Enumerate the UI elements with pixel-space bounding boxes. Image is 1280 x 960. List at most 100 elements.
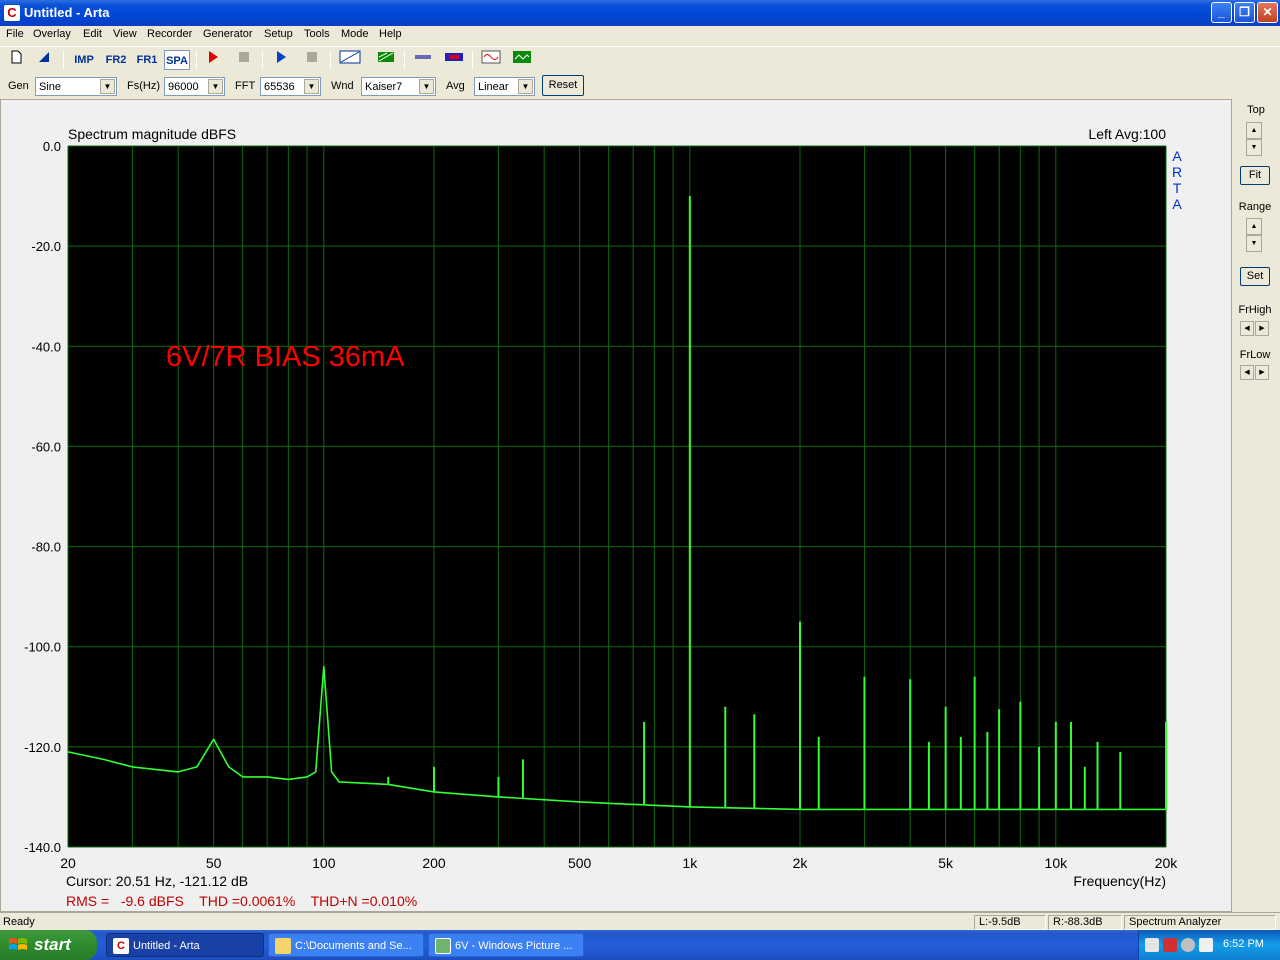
y-tick-label: -100.0: [24, 640, 61, 655]
security-shield-icon[interactable]: [1163, 938, 1177, 952]
chevron-down-icon[interactable]: ▼: [100, 79, 115, 94]
x-tick-label: 5k: [938, 855, 954, 871]
antivirus-icon[interactable]: [1199, 938, 1213, 952]
arta-icon[interactable]: C: [4, 5, 20, 21]
chevron-down-icon[interactable]: ▼: [518, 79, 533, 94]
frlow-right-icon[interactable]: ▶: [1255, 365, 1269, 380]
x-tick-label: 20: [60, 855, 76, 871]
oscilloscope-icon[interactable]: [511, 50, 533, 70]
range-down-icon[interactable]: ▼: [1246, 235, 1262, 252]
menu-recorder[interactable]: Recorder: [147, 28, 192, 40]
system-tray: 6:52 PM: [1138, 930, 1280, 960]
spa-button[interactable]: SPA: [164, 50, 190, 70]
clock[interactable]: 6:52 PM: [1223, 938, 1264, 950]
chart-title: Spectrum magnitude dBFS: [68, 126, 236, 142]
picture-viewer-icon: [435, 938, 451, 954]
fs-value: 96000: [168, 81, 199, 93]
menu-overlay[interactable]: Overlay: [33, 28, 71, 40]
signal-generator-icon[interactable]: [480, 50, 502, 70]
chevron-down-icon[interactable]: ▼: [208, 79, 223, 94]
x-tick-label: 50: [206, 855, 222, 871]
top-up-icon[interactable]: ▲: [1246, 122, 1262, 139]
set-button[interactable]: Set: [1240, 267, 1270, 286]
fr2-button[interactable]: FR2: [103, 50, 129, 70]
x-tick-label: 2k: [793, 855, 809, 871]
maximize-button[interactable]: ❐: [1234, 2, 1255, 23]
settings-bar: Gen Sine ▼ Fs(Hz) 96000 ▼ FFT 65536 ▼ Wn…: [0, 73, 1280, 98]
distortion-stats: RMS = -9.6 dBFS THD =0.0061% THD+N =0.01…: [66, 893, 417, 909]
arta-brand-letter: R: [1172, 164, 1182, 180]
menu-bar: File Overlay Edit View Recorder Generato…: [0, 26, 1280, 44]
cursor-readout: Cursor: 20.51 Hz, -121.12 dB: [66, 873, 248, 889]
gen-value: Sine: [39, 81, 62, 93]
level-meter-icon[interactable]: [412, 50, 434, 70]
record-stop-icon[interactable]: [233, 50, 255, 70]
x-tick-label: 1k: [682, 855, 698, 871]
gen-select[interactable]: Sine ▼: [35, 77, 117, 96]
top-down-icon[interactable]: ▼: [1246, 139, 1262, 156]
generator-play-icon[interactable]: [270, 50, 292, 70]
menu-tools[interactable]: Tools: [304, 28, 330, 40]
menu-generator[interactable]: Generator: [203, 28, 253, 40]
start-button[interactable]: start: [0, 930, 97, 960]
frhigh-right-icon[interactable]: ▶: [1255, 321, 1269, 336]
menu-help[interactable]: Help: [379, 28, 402, 40]
open-file-icon[interactable]: [33, 50, 55, 70]
y-tick-labels: 0.0 -20.0 -40.0 -60.0 -80.0 -100.0 -120.0 -140.…: [24, 139, 61, 855]
taskbar-item-arta[interactable]: C Untitled - Arta: [106, 933, 264, 957]
y-tick-label: -40.0: [31, 339, 61, 354]
reset-button[interactable]: Reset: [542, 75, 584, 96]
task-label: Untitled - Arta: [133, 940, 200, 952]
wnd-select[interactable]: Kaiser7 ▼: [361, 77, 436, 96]
taskbar-item-picture-viewer[interactable]: 6V - Windows Picture ...: [428, 933, 584, 957]
generator-stop-icon[interactable]: [301, 50, 323, 70]
overlay-icon[interactable]: [375, 50, 397, 70]
minimize-button[interactable]: _: [1211, 2, 1232, 23]
range-label: Range: [1238, 201, 1272, 213]
wnd-label: Wnd: [331, 80, 354, 92]
arta-window: C Untitled - Arta _ ❐ ✕ File Overlay Edi…: [0, 0, 1280, 930]
mode-indicator: Spectrum Analyzer: [1124, 915, 1276, 930]
channel-avg-label: Left Avg:100: [1088, 126, 1166, 142]
taskbar-item-explorer[interactable]: C:\Documents and Se...: [268, 933, 424, 957]
gen-label: Gen: [8, 80, 29, 92]
speaker-icon[interactable]: [1181, 938, 1195, 952]
frhigh-left-icon[interactable]: ◀: [1240, 321, 1254, 336]
menu-view[interactable]: View: [113, 28, 137, 40]
x-axis-title: Frequency(Hz): [1073, 873, 1166, 889]
new-file-icon[interactable]: [5, 50, 27, 70]
spectrogram-icon[interactable]: [443, 50, 465, 70]
avg-label: Avg: [446, 80, 465, 92]
menu-edit[interactable]: Edit: [83, 28, 102, 40]
fft-select[interactable]: 65536 ▼: [260, 77, 321, 96]
menu-setup[interactable]: Setup: [264, 28, 293, 40]
imp-button[interactable]: IMP: [71, 50, 97, 70]
fr1-button[interactable]: FR1: [134, 50, 160, 70]
chevron-down-icon[interactable]: ▼: [304, 79, 319, 94]
chevron-down-icon[interactable]: ▼: [419, 79, 434, 94]
frlow-left-icon[interactable]: ◀: [1240, 365, 1254, 380]
fit-button[interactable]: Fit: [1240, 166, 1270, 185]
fft-value: 65536: [264, 81, 295, 93]
menu-mode[interactable]: Mode: [341, 28, 369, 40]
record-play-icon[interactable]: [202, 50, 224, 70]
arta-brand-letter: A: [1172, 148, 1182, 164]
task-label: 6V - Windows Picture ...: [455, 940, 573, 952]
x-tick-label: 100: [312, 855, 336, 871]
x-tick-label: 10k: [1045, 855, 1069, 871]
title-bar[interactable]: C Untitled - Arta _ ❐ ✕: [0, 0, 1280, 26]
network-icon[interactable]: [1145, 938, 1159, 952]
calibration-icon[interactable]: [337, 50, 363, 70]
left-level: L:-9.5dB: [974, 915, 1046, 930]
window-title: Untitled - Arta: [24, 5, 110, 20]
menu-file[interactable]: File: [6, 28, 24, 40]
fs-select[interactable]: 96000 ▼: [164, 77, 225, 96]
toolbar: IMP FR2 FR1 SPA: [0, 46, 1280, 72]
task-label: C:\Documents and Se...: [295, 940, 412, 952]
taskbar: start C Untitled - Arta C:\Documents and…: [0, 930, 1280, 960]
avg-select[interactable]: Linear ▼: [474, 77, 535, 96]
spectrum-chart[interactable]: 0.0 -20.0 -40.0 -60.0 -80.0 -100.0 -120.0 -140.…: [0, 99, 1232, 912]
range-up-icon[interactable]: ▲: [1246, 218, 1262, 235]
close-button[interactable]: ✕: [1257, 2, 1278, 23]
x-tick-labels: 20 50 100 200 500 1k 2k 5k 10k 20k: [60, 855, 1178, 871]
